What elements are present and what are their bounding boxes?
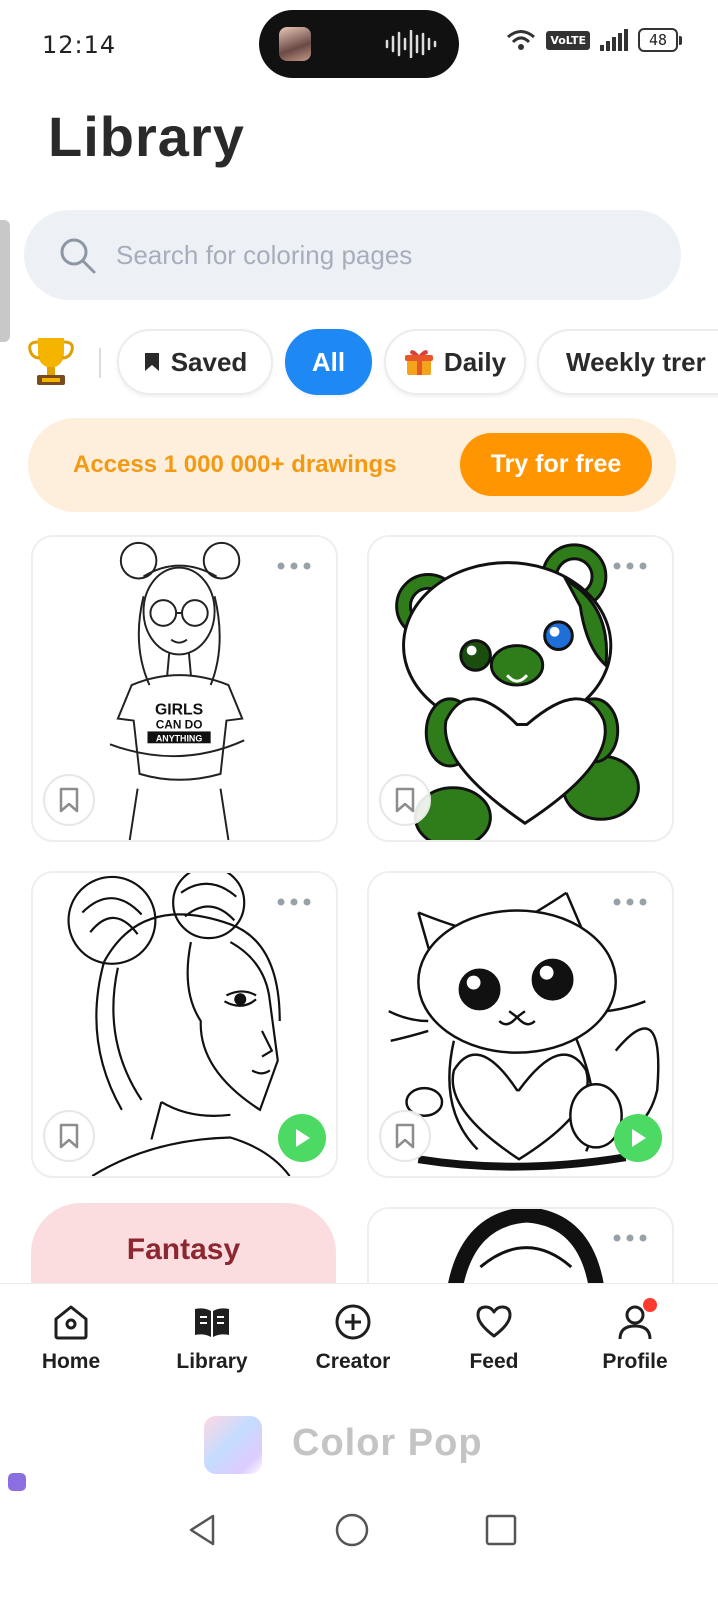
play-icon [296, 1129, 310, 1147]
audio-wave-icon [385, 30, 437, 58]
filter-chip-weekly[interactable]: Weekly trer [537, 329, 718, 395]
filter-chip-daily[interactable]: Daily [384, 329, 526, 395]
filter-divider [99, 348, 101, 378]
gift-icon [404, 347, 434, 377]
coloring-card[interactable] [367, 871, 674, 1178]
app-logo [204, 1416, 262, 1474]
more-options-icon[interactable] [612, 895, 648, 909]
filter-chip-label: Weekly trer [566, 346, 706, 377]
bottom-nav: Home Library Creator Feed Profile [0, 1283, 718, 1401]
coloring-card[interactable] [367, 535, 674, 842]
search-icon [60, 238, 96, 274]
volte-badge: VoLTE [546, 30, 590, 50]
bookmark-outline-icon [59, 787, 79, 813]
back-icon[interactable] [185, 1512, 221, 1548]
filter-chip-all[interactable]: All [285, 329, 372, 395]
wifi-icon [507, 30, 536, 50]
more-options-icon[interactable] [276, 895, 312, 909]
bookmark-outline-icon [59, 1123, 79, 1149]
app-watermark: Color Pop [200, 1410, 520, 1480]
trophy-icon[interactable] [26, 334, 76, 388]
media-thumbnail [279, 27, 311, 61]
nav-label: Profile [602, 1350, 668, 1373]
search-bar[interactable] [24, 210, 681, 300]
shirt-text: GIRLS [155, 702, 203, 719]
nav-label: Creator [315, 1350, 391, 1373]
signal-icon [600, 29, 628, 51]
coloring-card[interactable]: GIRLS CAN DO ANYTHING [31, 535, 338, 842]
filter-chip-label: Daily [443, 346, 507, 377]
side-edge-handle[interactable] [0, 220, 10, 342]
bookmark-button[interactable] [43, 1110, 95, 1162]
bookmark-button[interactable] [379, 1110, 431, 1162]
nav-label: Library [176, 1350, 248, 1373]
filter-chip-label: Saved [170, 346, 248, 377]
system-navigation-bar [0, 1500, 718, 1599]
heart-icon [476, 1305, 512, 1338]
play-button[interactable] [614, 1114, 662, 1162]
play-button[interactable] [278, 1114, 326, 1162]
page-title: Library [48, 105, 245, 168]
try-for-free-button[interactable]: Try for free [460, 433, 652, 496]
bookmark-outline-icon [395, 1123, 415, 1149]
coloring-card[interactable] [31, 871, 338, 1178]
bookmark-button[interactable] [43, 774, 95, 826]
search-input[interactable] [116, 232, 636, 278]
nav-item-library[interactable]: Library [142, 1302, 282, 1374]
filter-chip-saved[interactable]: Saved [117, 329, 273, 395]
nav-item-feed[interactable]: Feed [424, 1302, 564, 1374]
bookmark-outline-icon [395, 787, 415, 813]
play-icon [632, 1129, 646, 1147]
nav-item-home[interactable]: Home [1, 1302, 141, 1374]
status-bar: 12:14 VoLTE 48 [0, 0, 718, 90]
shirt-text: CAN DO [156, 717, 203, 731]
more-options-icon[interactable] [612, 1231, 648, 1245]
home-icon [54, 1305, 88, 1340]
bookmark-icon [143, 351, 161, 373]
shirt-text: ANYTHING [156, 733, 202, 743]
more-options-icon[interactable] [612, 559, 648, 573]
status-icons: VoLTE 48 [506, 28, 682, 52]
person-icon [615, 1298, 657, 1342]
nav-item-creator[interactable]: Creator [283, 1302, 423, 1374]
status-time: 12:14 [42, 31, 117, 59]
nav-label: Home [41, 1350, 101, 1373]
nav-label: Feed [469, 1350, 519, 1373]
bookmark-button[interactable] [379, 774, 431, 826]
filter-row: Saved All Daily Weekly trer [0, 326, 718, 398]
dynamic-island[interactable] [259, 10, 459, 78]
promo-text: Access 1 000 000+ drawings [73, 451, 397, 478]
floating-app-badge[interactable] [8, 1473, 26, 1491]
book-icon [195, 1308, 229, 1337]
recents-icon[interactable] [483, 1512, 519, 1548]
filter-chip-label: All [311, 346, 346, 377]
battery-indicator: 48 [638, 28, 682, 52]
home-circle-icon[interactable] [334, 1512, 370, 1548]
promo-banner[interactable]: Access 1 000 000+ drawings Try for free [28, 418, 676, 512]
plus-circle-icon [335, 1304, 371, 1340]
watermark-text: Color Pop [292, 1422, 483, 1464]
nav-item-profile[interactable]: Profile [565, 1298, 705, 1374]
notification-dot [643, 1298, 657, 1312]
more-options-icon[interactable] [276, 559, 312, 573]
